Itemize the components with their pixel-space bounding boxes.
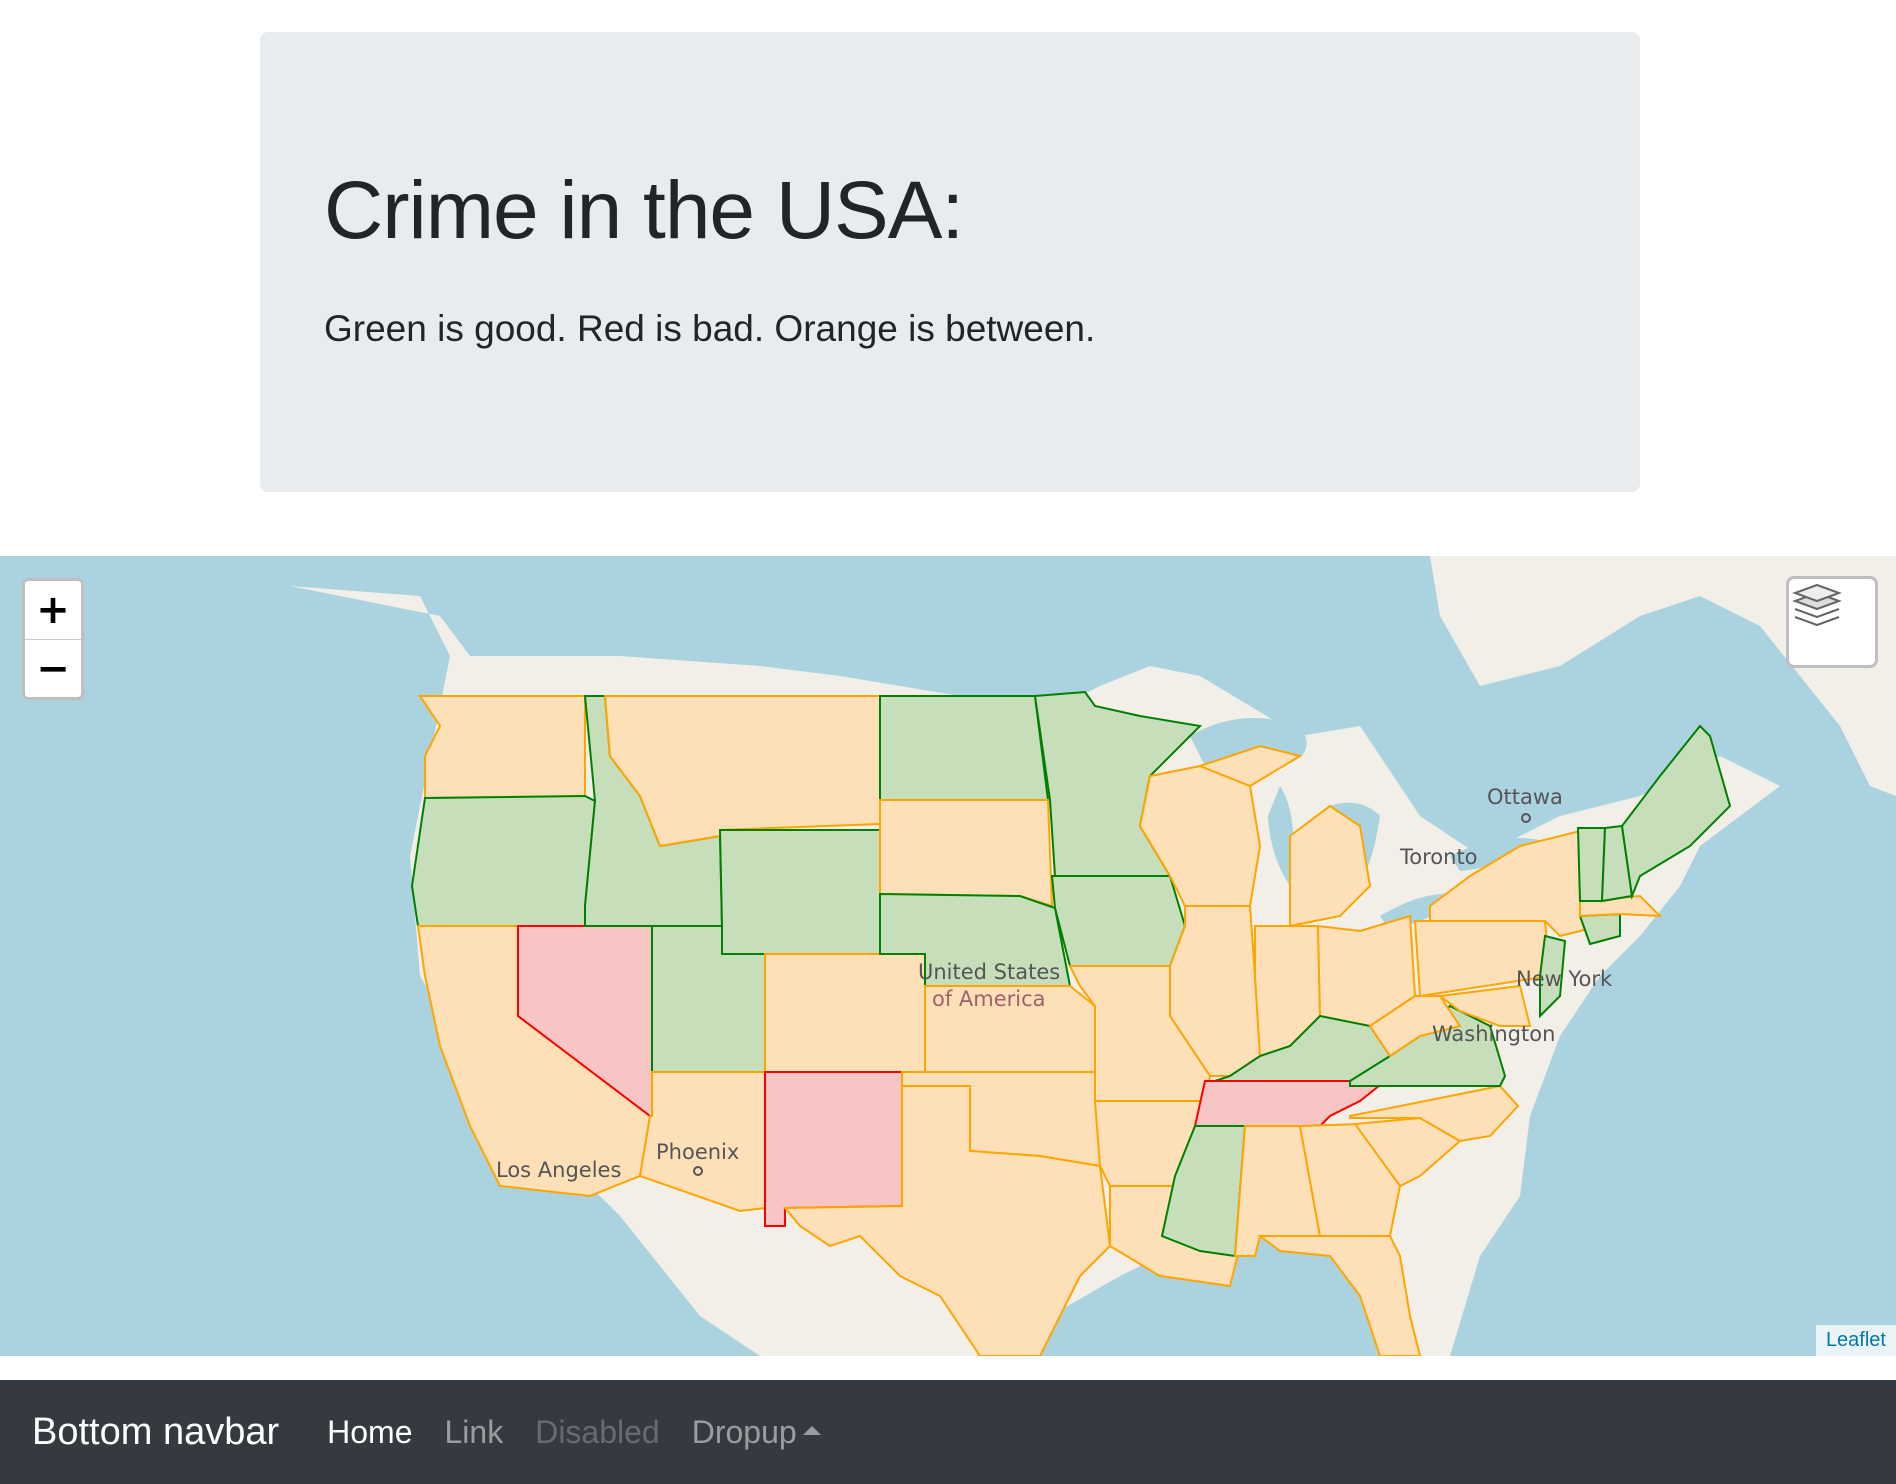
state-new-mexico bbox=[764, 1071, 903, 1227]
map-container[interactable]: Ottawa Toronto New York Washington Los A… bbox=[0, 556, 1896, 1356]
map-canvas[interactable]: Ottawa Toronto New York Washington Los A… bbox=[0, 556, 1896, 1356]
state-south-dakota bbox=[879, 799, 1054, 908]
label-washington: Washington bbox=[1432, 1022, 1555, 1046]
page-subtitle: Green is good. Red is bad. Orange is bet… bbox=[324, 308, 1096, 349]
bottom-navbar: Bottom navbar Home Link Disabled Dropup bbox=[0, 1380, 1896, 1484]
state-wyoming bbox=[718, 829, 881, 955]
label-toronto: Toronto bbox=[1399, 845, 1478, 869]
zoom-in-button[interactable]: + bbox=[25, 581, 81, 640]
state-colorado bbox=[764, 953, 926, 1073]
layers-button[interactable] bbox=[1786, 576, 1878, 668]
label-country-2: of America bbox=[932, 987, 1046, 1011]
zoom-out-button[interactable]: − bbox=[25, 640, 81, 697]
layers-icon bbox=[1792, 583, 1842, 627]
leaflet-link[interactable]: Leaflet bbox=[1826, 1329, 1886, 1351]
state-iowa bbox=[1050, 875, 1187, 967]
state-florida bbox=[1257, 1235, 1422, 1356]
caret-up-icon bbox=[802, 1425, 821, 1435]
map-attribution: Leaflet bbox=[1815, 1325, 1896, 1356]
state-washington bbox=[418, 695, 586, 800]
nav-item-dropup[interactable]: Dropup bbox=[676, 1414, 837, 1451]
state-oregon bbox=[410, 794, 597, 927]
jumbotron: Crime in the USA: Green is good. Red is … bbox=[260, 32, 1640, 492]
label-country-1: United States bbox=[918, 960, 1060, 984]
label-ottawa: Ottawa bbox=[1487, 785, 1563, 809]
page-title: Crime in the USA: bbox=[324, 165, 964, 256]
nav-item-home[interactable]: Home bbox=[311, 1414, 428, 1451]
nav-item-disabled: Disabled bbox=[535, 1413, 660, 1450]
zoom-control: + − bbox=[22, 578, 84, 700]
label-new-york: New York bbox=[1516, 967, 1613, 991]
navbar-brand[interactable]: Bottom navbar bbox=[32, 1411, 279, 1454]
label-los-angeles: Los Angeles bbox=[496, 1158, 621, 1182]
state-north-dakota bbox=[879, 695, 1050, 801]
navbar-nav: Home Link Disabled Dropup bbox=[311, 1414, 837, 1451]
label-phoenix: Phoenix bbox=[656, 1140, 739, 1164]
nav-item-link[interactable]: Link bbox=[429, 1414, 520, 1451]
nav-item-dropup-label: Dropup bbox=[691, 1413, 797, 1450]
state-vermont bbox=[1576, 827, 1607, 902]
